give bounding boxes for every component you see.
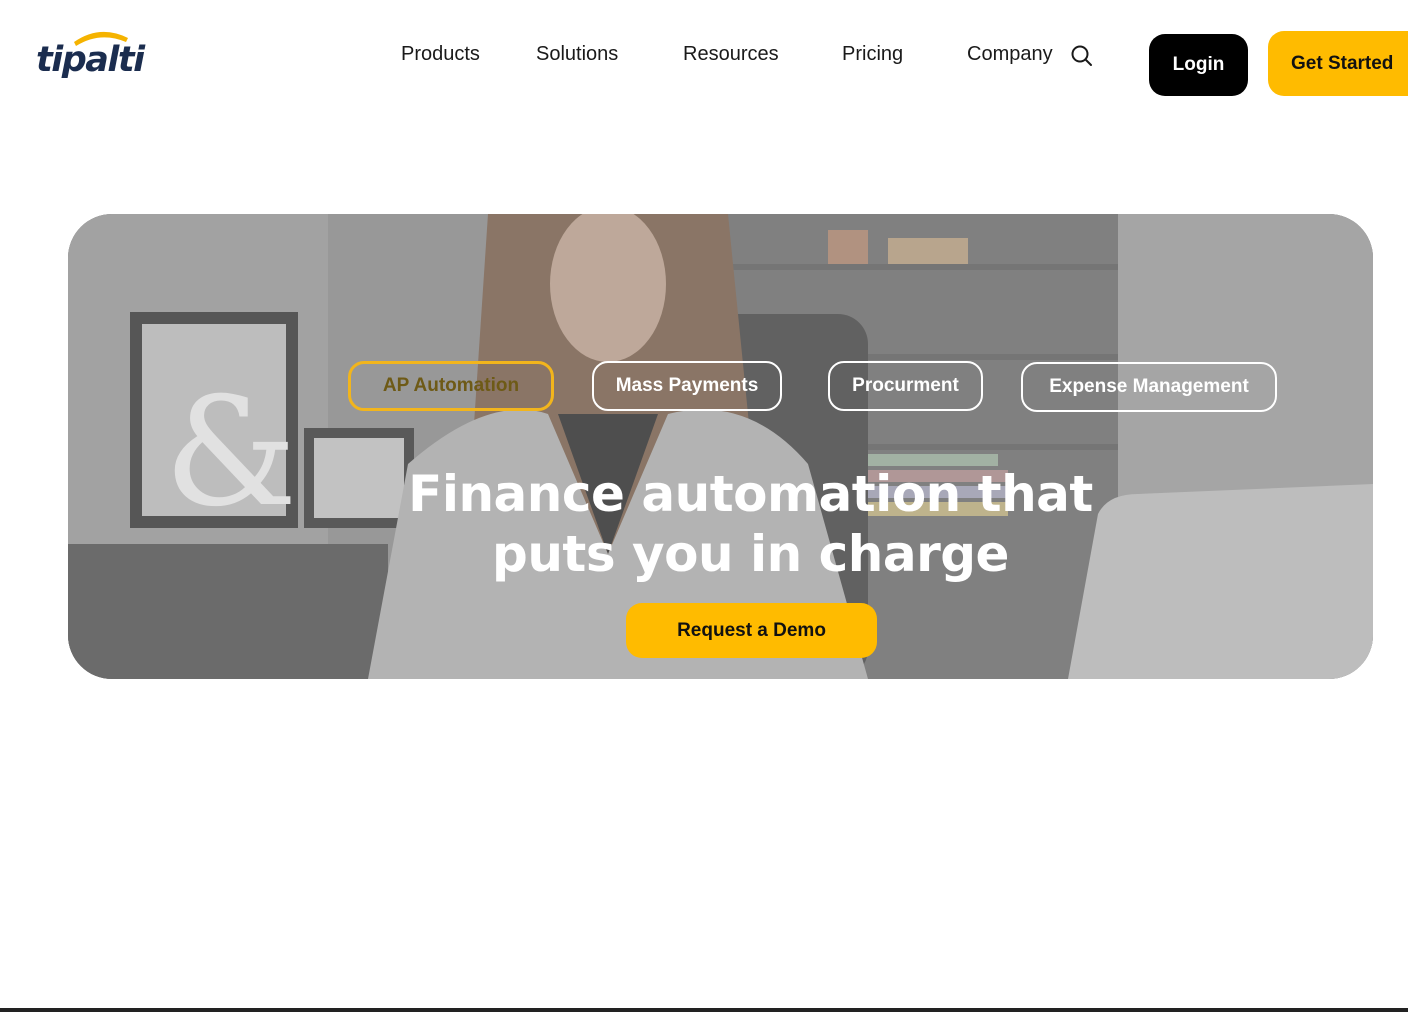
tab-procurement[interactable]: Procurment: [828, 361, 983, 411]
logo-wordmark: tipalti: [36, 40, 145, 80]
tab-ap-automation[interactable]: AP Automation: [348, 361, 554, 411]
tab-expense-management[interactable]: Expense Management: [1021, 362, 1277, 412]
hero-title-line-1: Finance automation that: [408, 465, 1093, 523]
nav-resources[interactable]: Resources: [683, 38, 779, 70]
site-header: tipalti Products Solutions Resources Pri…: [0, 0, 1408, 120]
search-icon: [1071, 45, 1092, 66]
tipalti-logo[interactable]: tipalti: [34, 28, 145, 80]
hero-banner: & AP Automation Mass Payments Procurment…: [68, 214, 1373, 679]
nav-solutions[interactable]: Solutions: [536, 38, 618, 70]
hero-title: Finance automation that puts you in char…: [398, 464, 1103, 584]
nav-pricing[interactable]: Pricing: [842, 38, 903, 70]
request-demo-button[interactable]: Request a Demo: [626, 603, 877, 658]
get-started-button[interactable]: Get Started: [1268, 31, 1408, 96]
tab-mass-payments[interactable]: Mass Payments: [592, 361, 782, 411]
bottom-divider: [0, 1008, 1408, 1012]
nav-products[interactable]: Products: [401, 38, 480, 70]
search-button[interactable]: [1068, 42, 1096, 70]
hero-title-line-2: puts you in charge: [492, 525, 1009, 583]
nav-company[interactable]: Company: [967, 38, 1053, 70]
login-button[interactable]: Login: [1149, 34, 1248, 96]
